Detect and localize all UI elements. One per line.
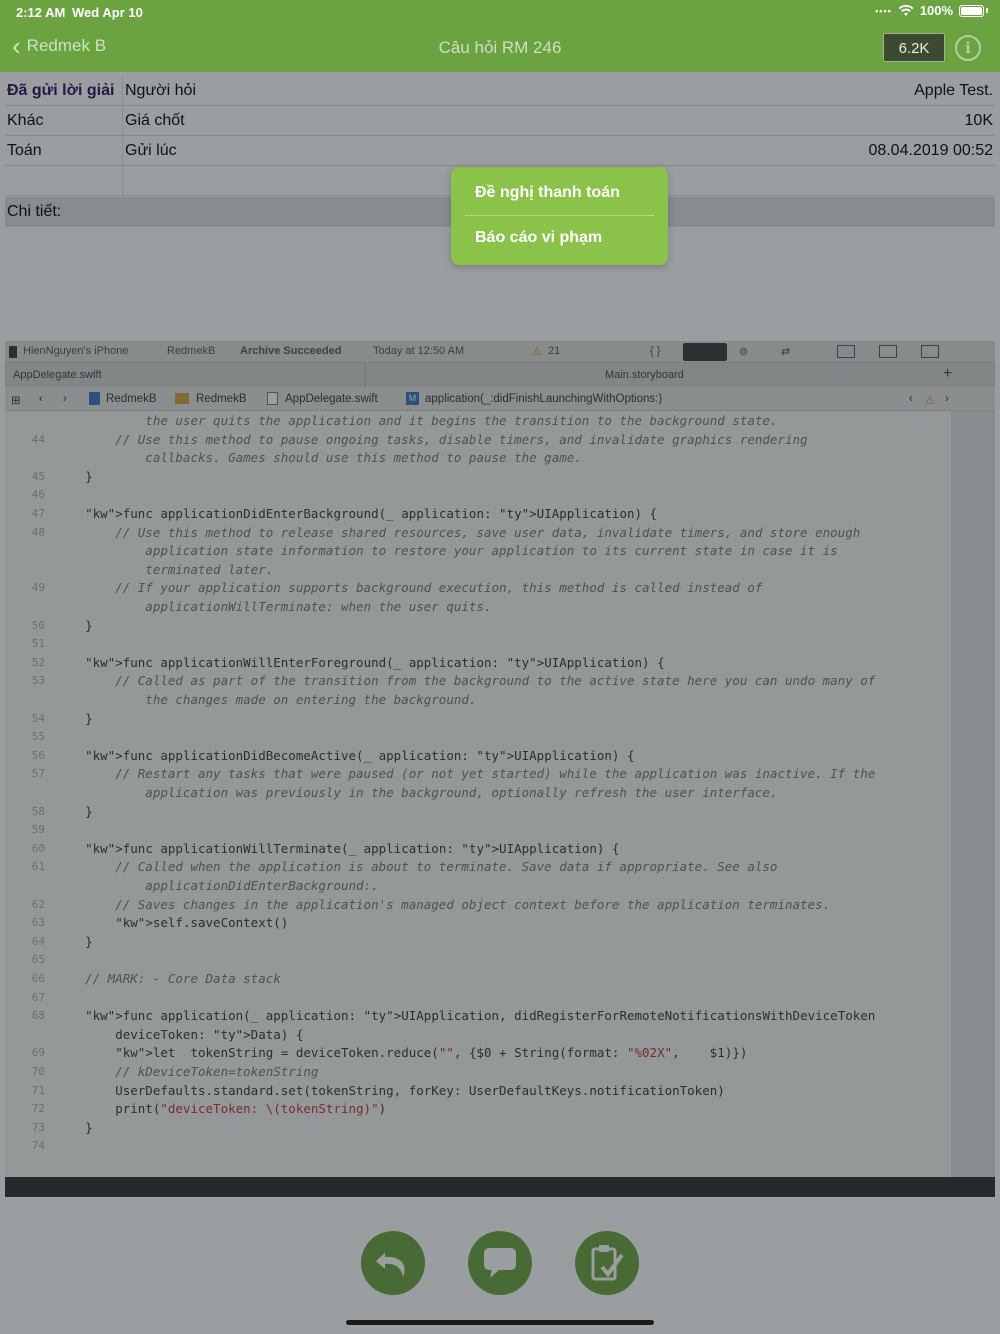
options-popover: Đề nghị thanh toán Báo cáo vi phạm (451, 167, 668, 265)
signal-icon: •••• (875, 5, 892, 16)
battery-percent: 100% (919, 3, 953, 18)
battery-tip (986, 8, 988, 13)
wifi-icon (898, 4, 914, 16)
nav-bar: ‹ Redmek B Câu hỏi RM 246 6.2K i (0, 24, 1000, 72)
status-time: 2:12 AM (16, 5, 66, 20)
page-title: Câu hỏi RM 246 (438, 38, 562, 57)
status-right: •••• 100% (875, 3, 988, 18)
battery-icon (959, 4, 984, 17)
score-badge[interactable]: 6.2K (883, 33, 945, 62)
home-indicator (346, 1320, 654, 1325)
popover-divider (465, 215, 654, 216)
status-bar: 2:12 AM Wed Apr 10 •••• 100% (0, 0, 1000, 24)
report-violation-menu-item[interactable]: Báo cáo vi phạm (475, 229, 602, 247)
info-icon[interactable]: i (955, 35, 981, 61)
status-date: Wed Apr 10 (72, 5, 143, 20)
request-payment-menu-item[interactable]: Đề nghị thanh toán (475, 184, 620, 202)
